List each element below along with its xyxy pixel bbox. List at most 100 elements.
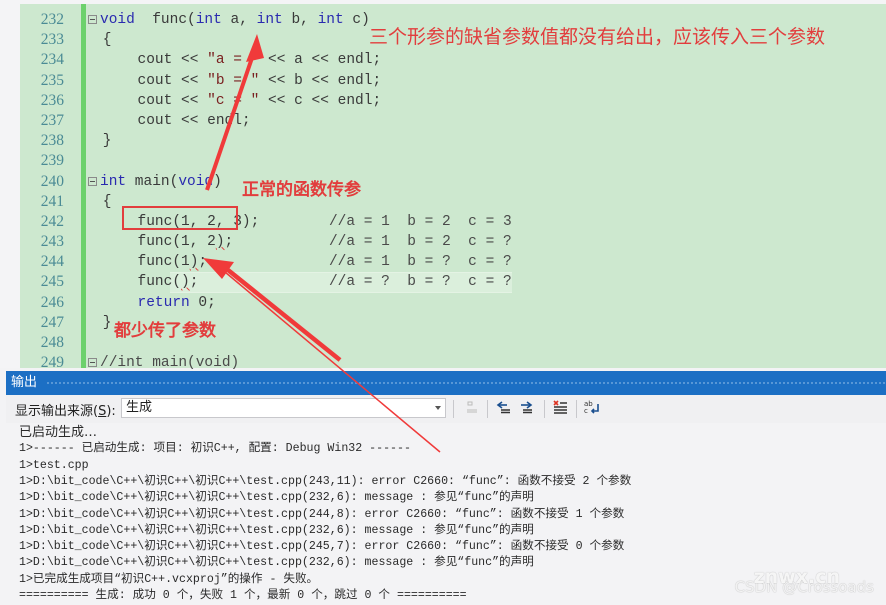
output-source-value: 生成: [126, 400, 153, 415]
keyword-token: return: [137, 294, 190, 311]
output-line: 1>------ 已启动生成: 项目: 初识C++, 配置: Debug Win…: [19, 442, 411, 456]
code-line[interactable]: 245 func(); //a = ? b = ? c = ?: [20, 272, 886, 293]
output-panel-title: 输出: [11, 375, 38, 390]
line-number: 232: [40, 11, 64, 28]
line-number: 240: [40, 172, 64, 190]
word-wrap-button[interactable]: ab c: [582, 399, 602, 419]
code-text: {: [94, 30, 112, 50]
keyword-token: void: [178, 173, 214, 190]
line-number: 242: [40, 212, 64, 230]
code-token: ;: [198, 254, 208, 271]
code-line[interactable]: 236 cout << "c = " << c << endl;: [20, 91, 886, 111]
code-text: }: [94, 313, 112, 333]
line-number: 234: [40, 51, 64, 69]
annotation-normal-call: 正常的函数传参: [242, 180, 361, 200]
line-number: 246: [40, 293, 64, 311]
output-line: 1>D:\bit_code\C++\初识C++\初识C++\test.cpp(2…: [19, 523, 534, 537]
error-squiggle-token: ): [215, 234, 225, 251]
highlight-box-normal-call: [122, 206, 238, 230]
comment-token: //a = 1 b = ? c = ?: [207, 254, 512, 271]
code-text: cout << "c = " << c << endl;: [94, 91, 382, 111]
code-token: func(1, 2: [94, 234, 216, 251]
output-line: 已启动生成…: [19, 425, 98, 440]
output-source-label: 显示输出来源(S):: [15, 404, 116, 419]
previous-message-button[interactable]: [494, 399, 514, 419]
code-token: {: [94, 193, 112, 210]
panel-drag-grip[interactable]: [46, 381, 886, 385]
keyword-token: int: [256, 12, 283, 28]
line-number: 244: [40, 253, 64, 271]
comment-token: //a = 1 b = 2 c = ?: [233, 234, 512, 251]
output-line: 1>D:\bit_code\C++\初识C++\初识C++\test.cpp(2…: [19, 556, 534, 570]
fold-toggle-icon[interactable]: [88, 358, 97, 368]
code-line[interactable]: 246 return 0;: [20, 293, 886, 313]
code-text: {: [94, 192, 112, 212]
svg-text:c: c: [584, 407, 588, 415]
line-number: 245: [40, 273, 64, 291]
clear-all-icon: [553, 400, 567, 414]
code-token: func(: [134, 12, 196, 28]
error-squiggle-token: ): [181, 274, 190, 291]
toolbar-separator: [576, 400, 577, 418]
code-token: cout << endl;: [94, 112, 251, 129]
code-line[interactable]: 240 int main(void): [20, 172, 886, 192]
code-line[interactable]: 235 cout << "b = " << b << endl;: [20, 71, 886, 91]
string-token: "c = ": [207, 92, 260, 109]
keyword-token: void: [100, 12, 135, 28]
code-token: c): [343, 12, 370, 28]
output-line: 1>D:\bit_code\C++\初识C++\初识C++\test.cpp(2…: [19, 474, 632, 488]
string-token: "a = ": [207, 52, 260, 69]
goto-message-button[interactable]: [462, 399, 482, 419]
code-token: << a << endl;: [259, 52, 382, 69]
previous-message-icon: [496, 401, 510, 414]
output-toolbar: 显示输出来源(S): 生成 ab c: [6, 395, 886, 423]
output-line: 1>D:\bit_code\C++\初识C++\初识C++\test.cpp(2…: [19, 540, 625, 554]
code-line[interactable]: 239: [20, 151, 886, 171]
toolbar-separator: [544, 400, 545, 418]
code-token: cout <<: [94, 52, 208, 69]
annotation-missing-args: 都少传了参数: [114, 321, 216, 341]
code-line[interactable]: 234 cout << "a = " << a << endl;: [20, 50, 886, 70]
code-token: main(: [126, 173, 179, 190]
output-panel-title-bar[interactable]: 输出: [6, 371, 886, 395]
line-number: 241: [40, 192, 64, 210]
code-text: return 0;: [94, 293, 216, 313]
code-token: }: [94, 314, 112, 331]
code-text: void func(int a, int b, int c): [100, 10, 370, 30]
code-text: }: [94, 131, 112, 151]
code-line[interactable]: 243 func(1, 2); //a = 1 b = 2 c = ?: [20, 232, 886, 252]
clear-all-button[interactable]: [550, 399, 570, 419]
code-token: << b << endl;: [259, 72, 382, 89]
code-token: func(: [94, 274, 182, 291]
fold-toggle-icon[interactable]: [88, 176, 97, 186]
output-line: 1>test.cpp: [19, 458, 89, 472]
code-token: cout <<: [94, 72, 208, 89]
code-line[interactable]: 238 }: [20, 131, 886, 151]
comment-token: //int main(void): [100, 355, 240, 372]
goto-message-icon: [467, 401, 477, 413]
code-token: {: [94, 32, 112, 49]
code-token: 0;: [189, 294, 216, 311]
output-line: 1>D:\bit_code\C++\初识C++\初识C++\test.cpp(2…: [19, 507, 625, 521]
fold-toggle-icon[interactable]: [88, 15, 97, 24]
code-editor[interactable]: 232 void func(int a, int b, int c) 233 {23…: [0, 0, 886, 372]
chevron-down-icon: [435, 406, 441, 410]
line-number: 235: [40, 71, 64, 89]
watermark: znwx.cn CSDN @Crossoads: [735, 566, 874, 596]
output-source-select[interactable]: 生成: [121, 398, 446, 418]
code-token: cout <<: [94, 92, 208, 109]
code-token: b,: [282, 12, 318, 28]
code-text: func(1, 2); //a = 1 b = 2 c = ?: [94, 232, 512, 252]
code-line[interactable]: 244 func(1); //a = 1 b = ? c = ?: [20, 252, 886, 272]
next-message-button[interactable]: [516, 399, 536, 419]
code-text: int main(void): [100, 172, 222, 192]
editor-surface[interactable]: 232 void func(int a, int b, int c) 233 {23…: [20, 4, 886, 372]
line-number: 247: [40, 313, 64, 331]
code-token: func(1: [94, 254, 190, 271]
keyword-token: int: [317, 12, 344, 28]
line-number: 239: [40, 152, 64, 170]
comment-token: //a = 1 b = 2 c = 3: [259, 213, 512, 230]
line-number: 243: [40, 233, 64, 251]
code-line[interactable]: 237 cout << endl;: [20, 111, 886, 131]
